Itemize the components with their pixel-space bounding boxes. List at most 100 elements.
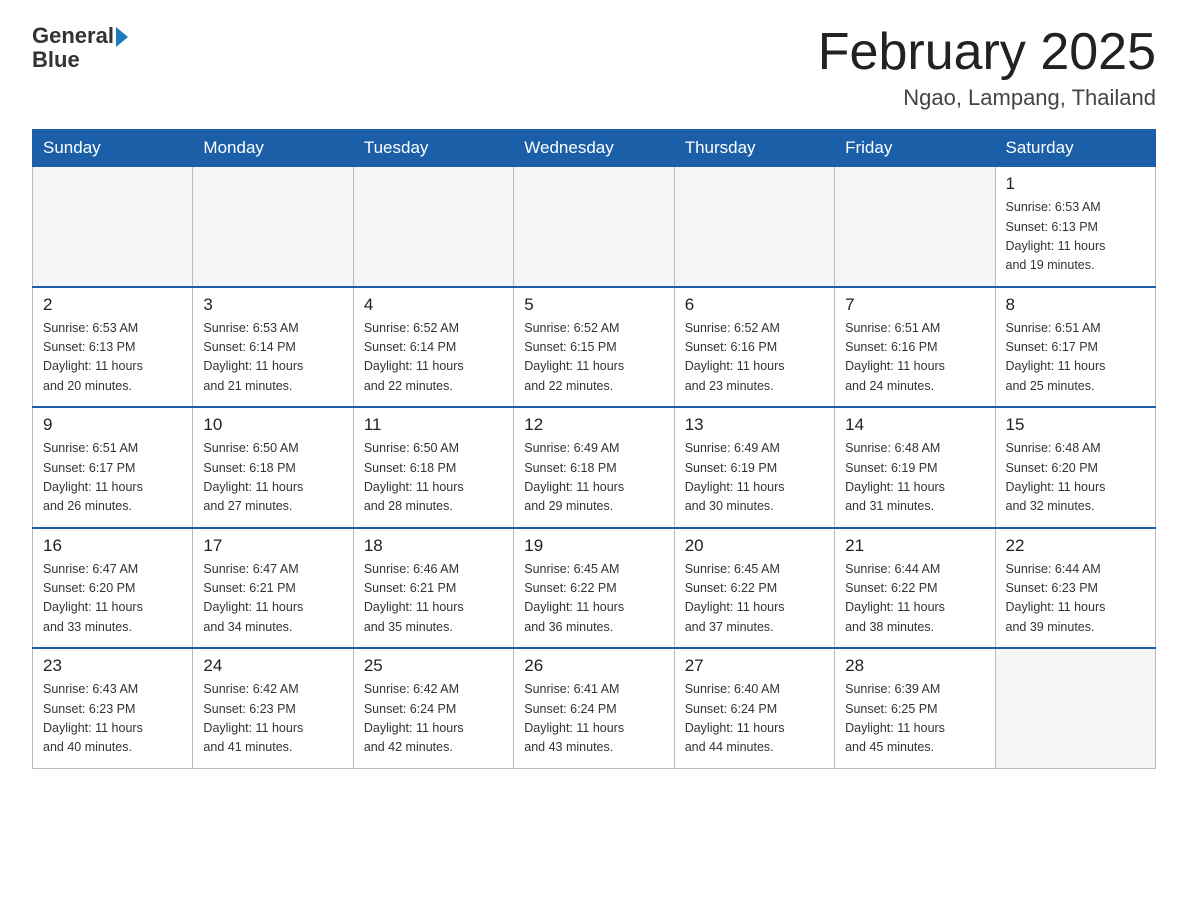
day-info: Sunrise: 6:53 AM Sunset: 6:13 PM Dayligh… bbox=[1006, 198, 1145, 276]
day-info: Sunrise: 6:44 AM Sunset: 6:23 PM Dayligh… bbox=[1006, 560, 1145, 638]
header-sunday: Sunday bbox=[33, 130, 193, 167]
table-row: 25 Sunrise: 6:42 AM Sunset: 6:24 PM Dayli… bbox=[353, 648, 513, 768]
table-row: 24Sunrise: 6:42 AM Sunset: 6:23 PM Dayli… bbox=[193, 648, 353, 768]
day-info: Sunrise: 6:50 AM Sunset: 6:18 PM Dayligh… bbox=[364, 439, 503, 517]
table-row: 22 Sunrise: 6:44 AM Sunset: 6:23 PM Dayli… bbox=[995, 528, 1155, 649]
header-saturday: Saturday bbox=[995, 130, 1155, 167]
header-monday: Monday bbox=[193, 130, 353, 167]
day-info: Sunrise: 6:41 AM Sunset: 6:24 PM Dayligh… bbox=[524, 680, 663, 758]
page-header: General Blue February 2025 Ngao, Lampang… bbox=[32, 24, 1156, 111]
day-number: 4 bbox=[364, 295, 503, 315]
table-row: 9 Sunrise: 6:51 AM Sunset: 6:17 PM Daylig… bbox=[33, 407, 193, 528]
day-info: Sunrise: 6:42 AM Sunset: 6:23 PM Dayligh… bbox=[203, 680, 342, 758]
day-info: Sunrise: 6:52 AM Sunset: 6:14 PM Dayligh… bbox=[364, 319, 503, 397]
calendar-week-row: 2 Sunrise: 6:53 AM Sunset: 6:13 PM Daylig… bbox=[33, 287, 1156, 408]
table-row: 20 Sunrise: 6:45 AM Sunset: 6:22 PM Dayli… bbox=[674, 528, 834, 649]
table-row: 12Sunrise: 6:49 AM Sunset: 6:18 PM Dayli… bbox=[514, 407, 674, 528]
day-info: Sunrise: 6:51 AM Sunset: 6:17 PM Dayligh… bbox=[43, 439, 182, 517]
day-number: 7 bbox=[845, 295, 984, 315]
day-info: Sunrise: 6:39 AM Sunset: 6:25 PM Dayligh… bbox=[845, 680, 984, 758]
day-info: Sunrise: 6:45 AM Sunset: 6:22 PM Dayligh… bbox=[524, 560, 663, 638]
day-number: 17 bbox=[203, 536, 342, 556]
table-row bbox=[514, 167, 674, 287]
day-number: 11 bbox=[364, 415, 503, 435]
day-info: Sunrise: 6:52 AM Sunset: 6:16 PM Dayligh… bbox=[685, 319, 824, 397]
logo-general: General bbox=[32, 24, 114, 48]
calendar-week-row: 1 Sunrise: 6:53 AM Sunset: 6:13 PM Daylig… bbox=[33, 167, 1156, 287]
table-row: 3 Sunrise: 6:53 AM Sunset: 6:14 PM Daylig… bbox=[193, 287, 353, 408]
month-title: February 2025 bbox=[818, 24, 1156, 81]
table-row: 5 Sunrise: 6:52 AM Sunset: 6:15 PM Daylig… bbox=[514, 287, 674, 408]
day-info: Sunrise: 6:53 AM Sunset: 6:14 PM Dayligh… bbox=[203, 319, 342, 397]
table-row bbox=[193, 167, 353, 287]
table-row: 2 Sunrise: 6:53 AM Sunset: 6:13 PM Daylig… bbox=[33, 287, 193, 408]
table-row: 26 Sunrise: 6:41 AM Sunset: 6:24 PM Dayli… bbox=[514, 648, 674, 768]
day-info: Sunrise: 6:51 AM Sunset: 6:16 PM Dayligh… bbox=[845, 319, 984, 397]
day-number: 28 bbox=[845, 656, 984, 676]
day-info: Sunrise: 6:49 AM Sunset: 6:18 PM Dayligh… bbox=[524, 439, 663, 517]
table-row: 4 Sunrise: 6:52 AM Sunset: 6:14 PM Daylig… bbox=[353, 287, 513, 408]
table-row: 6 Sunrise: 6:52 AM Sunset: 6:16 PM Daylig… bbox=[674, 287, 834, 408]
table-row: 17Sunrise: 6:47 AM Sunset: 6:21 PM Dayli… bbox=[193, 528, 353, 649]
weekday-header-row: Sunday Monday Tuesday Wednesday Thursday… bbox=[33, 130, 1156, 167]
table-row: 7 Sunrise: 6:51 AM Sunset: 6:16 PM Daylig… bbox=[835, 287, 995, 408]
day-number: 18 bbox=[364, 536, 503, 556]
table-row: 11 Sunrise: 6:50 AM Sunset: 6:18 PM Dayli… bbox=[353, 407, 513, 528]
header-tuesday: Tuesday bbox=[353, 130, 513, 167]
day-info: Sunrise: 6:48 AM Sunset: 6:19 PM Dayligh… bbox=[845, 439, 984, 517]
day-info: Sunrise: 6:44 AM Sunset: 6:22 PM Dayligh… bbox=[845, 560, 984, 638]
table-row: 8Sunrise: 6:51 AM Sunset: 6:17 PM Daylig… bbox=[995, 287, 1155, 408]
table-row: 1 Sunrise: 6:53 AM Sunset: 6:13 PM Daylig… bbox=[995, 167, 1155, 287]
table-row: 27 Sunrise: 6:40 AM Sunset: 6:24 PM Dayli… bbox=[674, 648, 834, 768]
table-row: 16 Sunrise: 6:47 AM Sunset: 6:20 PM Dayli… bbox=[33, 528, 193, 649]
day-number: 25 bbox=[364, 656, 503, 676]
day-number: 14 bbox=[845, 415, 984, 435]
calendar-week-row: 23 Sunrise: 6:43 AM Sunset: 6:23 PM Dayli… bbox=[33, 648, 1156, 768]
day-number: 16 bbox=[43, 536, 182, 556]
day-number: 8 bbox=[1006, 295, 1145, 315]
table-row bbox=[995, 648, 1155, 768]
table-row: 15Sunrise: 6:48 AM Sunset: 6:20 PM Dayli… bbox=[995, 407, 1155, 528]
table-row bbox=[353, 167, 513, 287]
day-info: Sunrise: 6:50 AM Sunset: 6:18 PM Dayligh… bbox=[203, 439, 342, 517]
table-row: 28 Sunrise: 6:39 AM Sunset: 6:25 PM Dayli… bbox=[835, 648, 995, 768]
day-number: 6 bbox=[685, 295, 824, 315]
day-info: Sunrise: 6:52 AM Sunset: 6:15 PM Dayligh… bbox=[524, 319, 663, 397]
day-number: 26 bbox=[524, 656, 663, 676]
day-info: Sunrise: 6:48 AM Sunset: 6:20 PM Dayligh… bbox=[1006, 439, 1145, 517]
day-number: 27 bbox=[685, 656, 824, 676]
day-info: Sunrise: 6:43 AM Sunset: 6:23 PM Dayligh… bbox=[43, 680, 182, 758]
day-number: 3 bbox=[203, 295, 342, 315]
calendar-week-row: 16 Sunrise: 6:47 AM Sunset: 6:20 PM Dayli… bbox=[33, 528, 1156, 649]
table-row bbox=[835, 167, 995, 287]
day-number: 10 bbox=[203, 415, 342, 435]
header-thursday: Thursday bbox=[674, 130, 834, 167]
table-row: 10 Sunrise: 6:50 AM Sunset: 6:18 PM Dayli… bbox=[193, 407, 353, 528]
logo-arrow-icon bbox=[116, 27, 128, 47]
day-number: 13 bbox=[685, 415, 824, 435]
day-info: Sunrise: 6:42 AM Sunset: 6:24 PM Dayligh… bbox=[364, 680, 503, 758]
table-row: 23 Sunrise: 6:43 AM Sunset: 6:23 PM Dayli… bbox=[33, 648, 193, 768]
table-row: 18Sunrise: 6:46 AM Sunset: 6:21 PM Dayli… bbox=[353, 528, 513, 649]
header-wednesday: Wednesday bbox=[514, 130, 674, 167]
day-number: 22 bbox=[1006, 536, 1145, 556]
calendar-table: Sunday Monday Tuesday Wednesday Thursday… bbox=[32, 129, 1156, 769]
day-number: 2 bbox=[43, 295, 182, 315]
day-number: 21 bbox=[845, 536, 984, 556]
day-info: Sunrise: 6:45 AM Sunset: 6:22 PM Dayligh… bbox=[685, 560, 824, 638]
day-number: 20 bbox=[685, 536, 824, 556]
day-number: 23 bbox=[43, 656, 182, 676]
logo: General Blue bbox=[32, 24, 128, 72]
table-row: 14 Sunrise: 6:48 AM Sunset: 6:19 PM Dayli… bbox=[835, 407, 995, 528]
table-row: 13Sunrise: 6:49 AM Sunset: 6:19 PM Dayli… bbox=[674, 407, 834, 528]
table-row: 19 Sunrise: 6:45 AM Sunset: 6:22 PM Dayli… bbox=[514, 528, 674, 649]
day-number: 1 bbox=[1006, 174, 1145, 194]
day-number: 9 bbox=[43, 415, 182, 435]
table-row bbox=[33, 167, 193, 287]
day-info: Sunrise: 6:40 AM Sunset: 6:24 PM Dayligh… bbox=[685, 680, 824, 758]
location-title: Ngao, Lampang, Thailand bbox=[818, 85, 1156, 111]
day-info: Sunrise: 6:53 AM Sunset: 6:13 PM Dayligh… bbox=[43, 319, 182, 397]
day-info: Sunrise: 6:47 AM Sunset: 6:20 PM Dayligh… bbox=[43, 560, 182, 638]
day-number: 19 bbox=[524, 536, 663, 556]
day-number: 5 bbox=[524, 295, 663, 315]
